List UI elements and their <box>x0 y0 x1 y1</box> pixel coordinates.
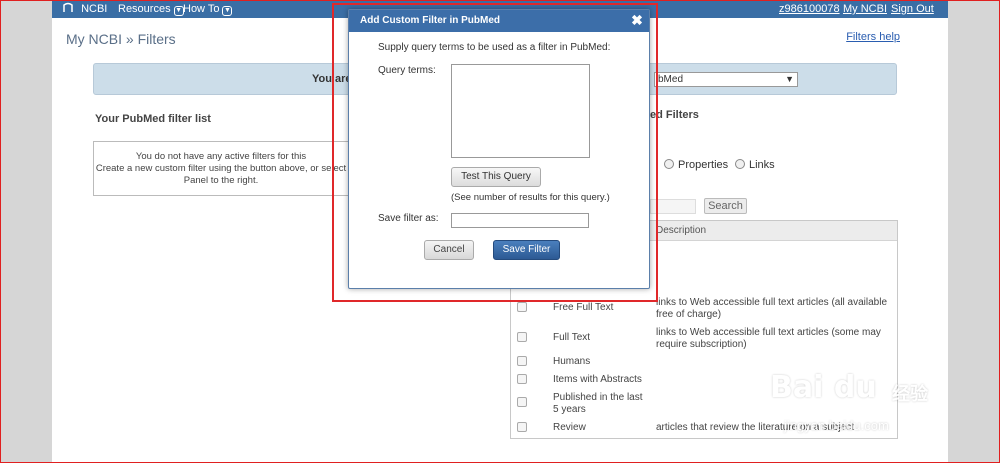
row-checkbox[interactable] <box>517 397 527 407</box>
dialog-title: Add Custom Filter in PubMed <box>349 10 649 32</box>
row-name: Humans <box>553 356 591 367</box>
sign-out-link[interactable]: Sign Out <box>891 3 934 15</box>
ncbi-logo[interactable]: NCBI <box>62 2 107 15</box>
row-description: links to Web accessible full text articl… <box>656 327 881 350</box>
resources-menu-label: Resources <box>118 3 171 15</box>
my-ncbi-link[interactable]: My NCBI <box>843 3 887 15</box>
test-query-note: (See number of results for this query.) <box>451 192 610 203</box>
howto-menu-label: How To <box>183 3 220 15</box>
row-checkbox[interactable] <box>517 374 527 384</box>
breadcrumb: My NCBI » Filters <box>66 31 176 47</box>
dialog-hint: Supply query terms to be used as a filte… <box>378 42 611 53</box>
radio-properties-label: Properties <box>678 159 729 171</box>
baidu-watermark: Bai du 经验 jingyan.baidu.com <box>770 370 942 440</box>
query-terms-input[interactable] <box>451 64 590 158</box>
row-name: Review <box>553 422 586 433</box>
row-name: Items with Abstracts <box>553 374 642 385</box>
description-header: Description <box>656 225 707 236</box>
select-arrow-icon: ▼ <box>785 74 794 84</box>
cancel-button[interactable]: Cancel <box>424 240 474 260</box>
row-checkbox[interactable] <box>517 332 527 342</box>
empty-line-3: Panel to the right. <box>183 175 259 186</box>
radio-circle-icon <box>735 159 745 169</box>
dialog-body: Supply query terms to be used as a filte… <box>350 33 648 288</box>
radio-links-label: Links <box>749 159 775 171</box>
logo-text: NCBI <box>81 3 108 15</box>
chevron-down-icon: ▼ <box>222 6 233 16</box>
row-name: Published in the last 5 years <box>553 392 643 415</box>
radio-links[interactable]: Links <box>735 159 775 171</box>
filter-list-title: Your PubMed filter list <box>95 113 211 125</box>
watermark-brand: Bai du <box>770 370 877 405</box>
radio-properties[interactable]: Properties <box>664 159 728 171</box>
row-checkbox[interactable] <box>517 422 527 432</box>
filter-search-input[interactable] <box>650 199 696 214</box>
row-name: Full Text <box>553 332 591 343</box>
banner-text: You are <box>312 73 352 85</box>
database-select-value: bMed <box>658 74 684 85</box>
watermark-url: jingyan.baidu.com <box>784 418 889 433</box>
empty-filter-message: You do not have any active filters for t… <box>93 141 349 196</box>
resources-menu[interactable]: Resources ▼ <box>118 3 184 16</box>
empty-line-1: You do not have any active filters for t… <box>135 151 307 162</box>
row-checkbox[interactable] <box>517 302 527 312</box>
query-terms-label: Query terms: <box>378 65 436 76</box>
save-filter-button[interactable]: Save Filter <box>493 240 560 260</box>
radio-circle-icon <box>664 159 674 169</box>
username-link[interactable]: z986100078 <box>779 3 840 15</box>
ncbi-logo-icon <box>63 2 73 12</box>
database-select[interactable]: bMed ▼ <box>654 72 798 87</box>
save-filter-label: Save filter as: <box>378 213 439 224</box>
row-checkbox[interactable] <box>517 356 527 366</box>
close-icon[interactable]: ✖ <box>631 13 643 27</box>
search-button[interactable]: Search <box>704 198 747 214</box>
watermark-cn: 经验 <box>892 384 928 404</box>
filters-panel-title: ed Filters <box>650 109 699 121</box>
howto-menu[interactable]: How To ▼ <box>183 3 233 16</box>
save-filter-name-input[interactable] <box>451 213 589 228</box>
empty-line-2: Create a new custom filter using the but… <box>95 163 347 174</box>
add-custom-filter-dialog: Add Custom Filter in PubMed ✖ Supply que… <box>348 9 650 289</box>
test-query-button[interactable]: Test This Query <box>451 167 541 187</box>
row-description: links to Web accessible full text articl… <box>656 297 888 320</box>
row-name: Free Full Text <box>553 302 614 313</box>
filters-help-link[interactable]: Filters help <box>846 31 900 43</box>
